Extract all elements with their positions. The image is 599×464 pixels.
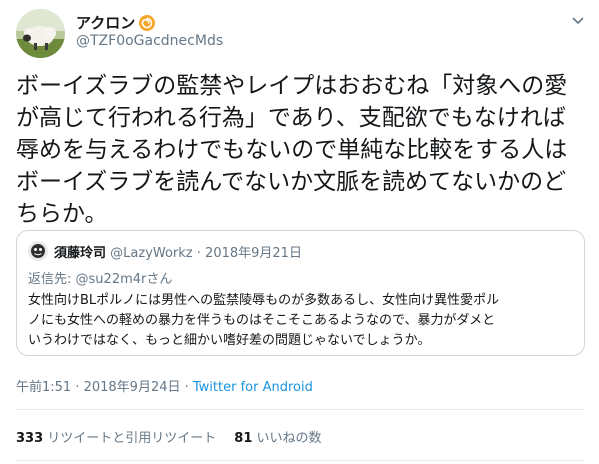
quoted-text-line: いうわけではなく、もっと細かい嗜好差の問題じゃないでしょうか。: [28, 333, 431, 348]
tweet-text-line: が高じて行われる行為」であり、支配欲でもなければ: [16, 105, 566, 131]
likes-stat[interactable]: 81 いいねの数: [234, 431, 321, 446]
quoted-display-name[interactable]: 須藤玲司: [54, 246, 106, 261]
tweet: アクロン @TZF0oGacdnecMds ボーイズラブの監禁やレイプはおおむね…: [0, 0, 599, 464]
quoted-date[interactable]: 2018年9月21日: [205, 246, 302, 261]
quoted-reply-to: 返信先: @su22m4rさん: [28, 268, 172, 287]
tweet-text: ボーイズラブの監禁やレイプはおおむね「対象への愛 が高じて行われる行為」であり、…: [16, 70, 588, 230]
quoted-avatar[interactable]: [28, 241, 48, 261]
retweets-count: 333: [16, 431, 44, 446]
timestamp[interactable]: 午前1:51 · 2018年9月24日 ·: [16, 380, 193, 395]
quoted-text-line: ノにも女性への軽めの暴力を伴うものはそこそこあるようなので、暴力がダメと: [28, 313, 496, 328]
retweets-label: リツイートと引用リツイート: [47, 431, 217, 446]
quoted-header: 須藤玲司 @LazyWorkz · 2018年9月21日: [54, 242, 302, 261]
author-display-name[interactable]: アクロン: [76, 12, 135, 33]
retweets-stat[interactable]: 333 リツイートと引用リツイート: [16, 431, 216, 446]
reply-mention[interactable]: @su22m4rさん: [76, 272, 173, 287]
tweet-text-line: ちらか。: [16, 201, 108, 227]
likes-label: いいねの数: [256, 431, 322, 446]
tweet-text-line: ボーイズラブを読んでないか文脈を読めてないかのど: [16, 169, 567, 195]
source-link[interactable]: Twitter for Android: [193, 380, 313, 395]
tweet-text-line: ボーイズラブの監禁やレイプはおおむね「対象への愛: [16, 73, 568, 99]
avatar[interactable]: [16, 9, 65, 58]
quoted-text-line: 女性向けBLポルノには男性への監禁陵辱ものが多数あるし、女性向け異性愛ポル: [28, 293, 500, 308]
quoted-separator: ·: [196, 246, 201, 261]
engagement-stats: 333 リツイートと引用リツイート 81 いいねの数: [16, 427, 322, 446]
reply-prefix: 返信先:: [28, 272, 72, 287]
quoted-handle[interactable]: @LazyWorkz: [110, 246, 192, 261]
timestamp-row: 午前1:51 · 2018年9月24日 · Twitter for Androi…: [16, 376, 313, 395]
quoted-text: 女性向けBLポルノには男性への監禁陵辱ものが多数あるし、女性向け異性愛ポル ノに…: [28, 291, 576, 351]
divider: [16, 409, 585, 410]
chevron-down-icon[interactable]: [571, 13, 585, 32]
author-handle[interactable]: @TZF0oGacdnecMds: [76, 33, 223, 49]
divider: [16, 460, 585, 461]
orange-swirl-icon: [138, 14, 156, 32]
tweet-text-line: 辱めを与えるわけでもないので単純な比較をする人は: [16, 137, 568, 163]
likes-count: 81: [234, 431, 253, 446]
author-name-row[interactable]: アクロン: [76, 12, 156, 33]
quoted-tweet[interactable]: 須藤玲司 @LazyWorkz · 2018年9月21日 返信先: @su22m…: [16, 230, 585, 356]
